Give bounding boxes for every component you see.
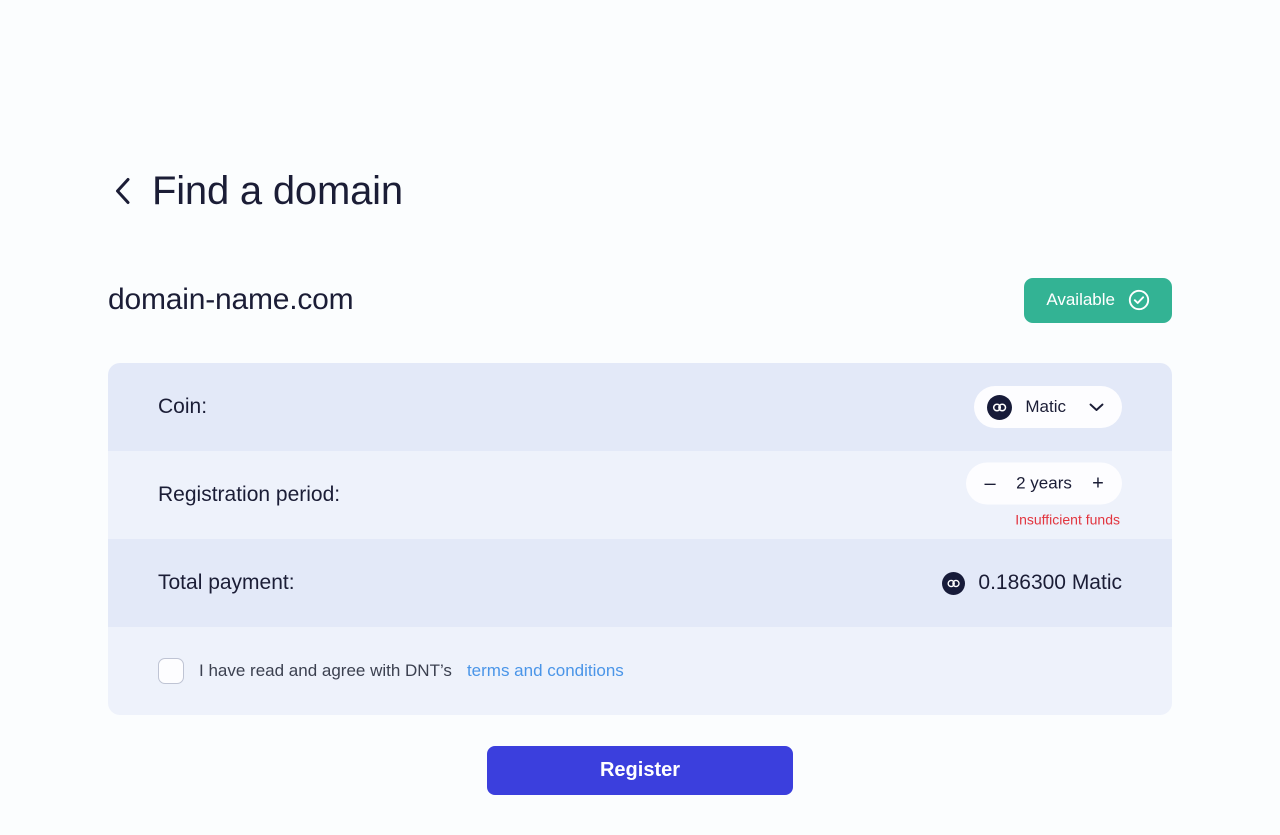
- registration-card: Coin: Matic Registration period: – 2 yea…: [108, 363, 1172, 715]
- domain-summary: domain-name.com Available: [108, 276, 1172, 324]
- terms-and-conditions-link[interactable]: terms and conditions: [467, 661, 624, 681]
- period-stepper: – 2 years +: [966, 462, 1122, 505]
- matic-coin-icon: [987, 394, 1013, 420]
- terms-group: I have read and agree with DNT’s terms a…: [158, 658, 624, 684]
- coin-select[interactable]: Matic: [974, 386, 1122, 428]
- registration-page: Find a domain domain-name.com Available …: [0, 0, 1280, 835]
- row-terms: I have read and agree with DNT’s terms a…: [108, 627, 1172, 715]
- domain-name: domain-name.com: [108, 283, 354, 316]
- total-payment-label: Total payment:: [158, 571, 295, 594]
- total-payment-amount: 0.186300 Matic: [978, 571, 1122, 594]
- back-button[interactable]: [108, 168, 136, 214]
- row-coin: Coin: Matic: [108, 363, 1172, 451]
- registration-period-control: – 2 years + Insufficient funds: [966, 462, 1122, 528]
- total-payment-value: 0.186300 Matic: [942, 571, 1122, 595]
- terms-text: I have read and agree with DNT’s: [199, 661, 452, 680]
- page-title: Find a domain: [152, 169, 403, 213]
- terms-checkbox[interactable]: [158, 658, 184, 684]
- insufficient-funds-error: Insufficient funds: [1015, 511, 1120, 528]
- status-badge-label: Available: [1046, 290, 1115, 309]
- matic-coin-icon: [942, 571, 966, 595]
- register-button[interactable]: Register: [487, 746, 793, 795]
- period-decrement-button[interactable]: –: [972, 466, 1008, 502]
- registration-period-label: Registration period:: [158, 483, 341, 506]
- check-circle-icon: [1128, 289, 1150, 311]
- page-header: Find a domain: [108, 168, 403, 214]
- row-total-payment: Total payment: 0.186300 Matic: [108, 539, 1172, 627]
- coin-selected-value: Matic: [1025, 397, 1066, 416]
- period-value: 2 years: [1016, 473, 1072, 493]
- period-increment-button[interactable]: +: [1080, 466, 1116, 502]
- row-registration-period: Registration period: – 2 years + Insuffi…: [108, 451, 1172, 539]
- chevron-left-icon: [114, 177, 131, 205]
- status-badge: Available: [1024, 277, 1172, 323]
- chevron-down-icon: [1079, 403, 1104, 412]
- coin-label: Coin:: [158, 395, 208, 418]
